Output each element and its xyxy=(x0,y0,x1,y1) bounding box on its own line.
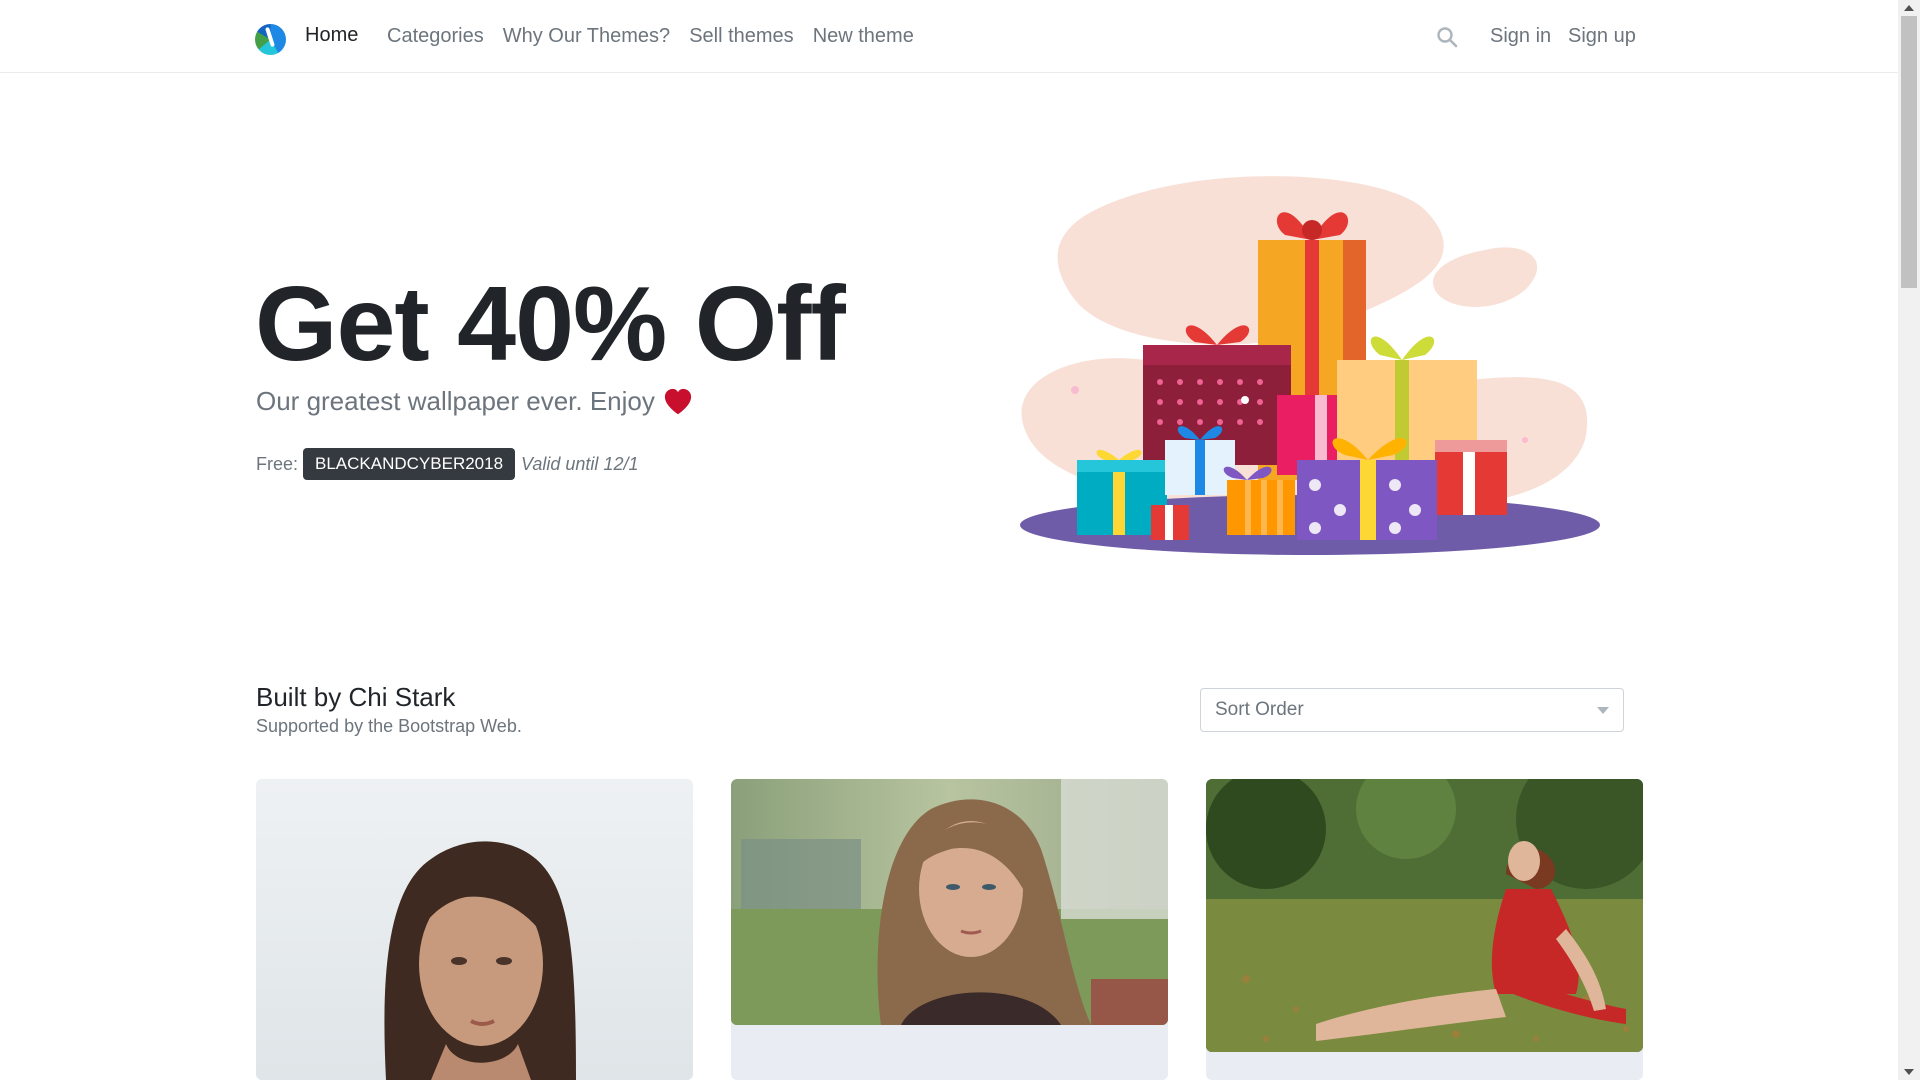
portrait-outdoor-hair-photo xyxy=(731,779,1168,1025)
brand-logo-icon[interactable] xyxy=(255,24,286,55)
search-icon[interactable] xyxy=(1436,26,1458,48)
nav-home[interactable]: Home xyxy=(305,24,358,47)
hero-title: Get 40% Off xyxy=(255,265,846,383)
promo-valid-text: Valid until 12/1 xyxy=(521,453,639,474)
theme-card[interactable] xyxy=(1206,779,1643,1080)
promo-code-badge: BLACKANDCYBER2018 xyxy=(303,448,516,480)
theme-card[interactable] xyxy=(256,779,693,1080)
nav-categories[interactable]: Categories xyxy=(387,25,484,48)
hero-subtitle: Our greatest wallpaper ever. Enjoy xyxy=(256,386,693,417)
nav-sell-themes[interactable]: Sell themes xyxy=(689,25,794,48)
sort-order-value: Sort Order xyxy=(1215,699,1304,720)
nav-links: Categories Why Our Themes? Sell themes N… xyxy=(387,25,933,48)
heart-icon xyxy=(664,388,691,414)
sort-order-select[interactable]: Sort Order xyxy=(1200,688,1624,732)
navbar: Home Categories Why Our Themes? Sell the… xyxy=(0,0,1898,73)
scrollbar-thumb[interactable] xyxy=(1901,16,1917,288)
theme-card[interactable] xyxy=(731,779,1168,1080)
vertical-scrollbar[interactable] xyxy=(1898,0,1920,1080)
woman-red-dress-park-photo xyxy=(1206,779,1643,1052)
nav-new-theme[interactable]: New theme xyxy=(813,25,914,48)
promo-label: Free: xyxy=(256,453,299,474)
page: Home Categories Why Our Themes? Sell the… xyxy=(0,0,1920,1080)
promo: Free: BLACKANDCYBER2018 Valid until 12/1 xyxy=(256,448,638,480)
sign-up-link[interactable]: Sign up xyxy=(1568,25,1636,48)
section-subtitle: Supported by the Bootstrap Web. xyxy=(256,716,522,736)
portrait-wet-hair-photo xyxy=(256,779,693,1080)
scroll-up-arrow-icon[interactable] xyxy=(1904,5,1914,11)
nav-why-our-themes[interactable]: Why Our Themes? xyxy=(503,25,670,48)
scroll-down-arrow-icon[interactable] xyxy=(1904,1069,1914,1075)
hero-subtitle-text: Our greatest wallpaper ever. Enjoy xyxy=(256,386,655,416)
gift-boxes-illustration xyxy=(1020,176,1600,555)
chevron-down-icon xyxy=(1597,707,1609,714)
sign-in-link[interactable]: Sign in xyxy=(1490,25,1551,48)
section-title: Built by Chi Stark xyxy=(256,682,456,712)
